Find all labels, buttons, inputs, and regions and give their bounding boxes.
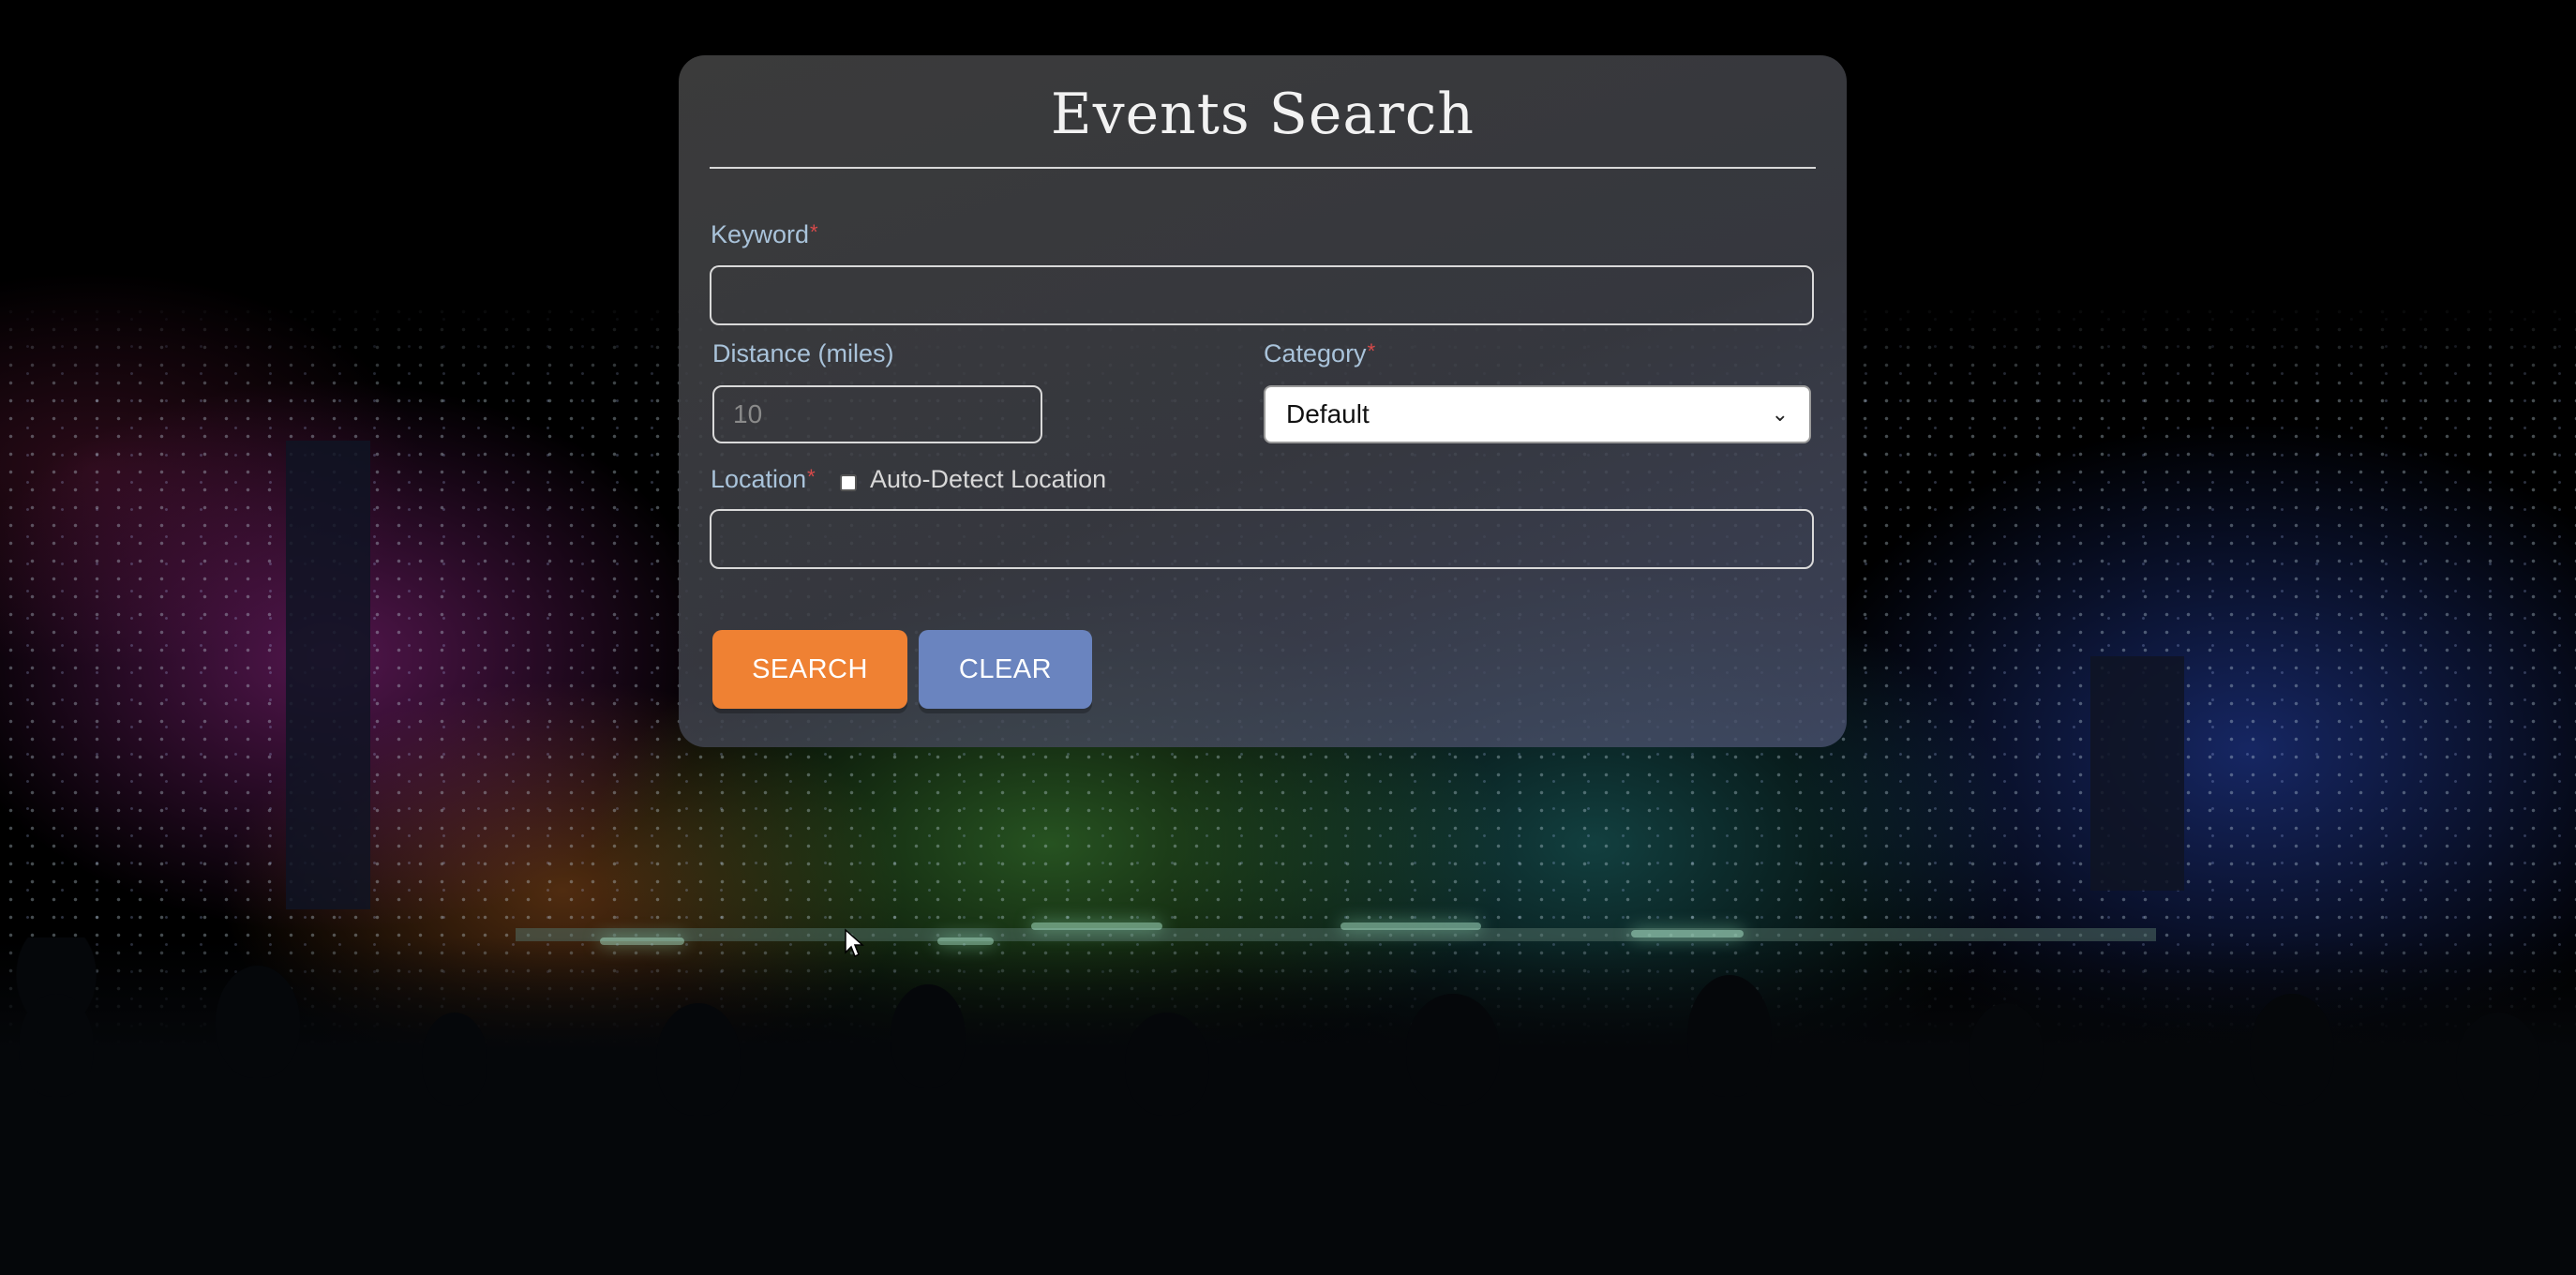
right-speaker-stack bbox=[2090, 656, 2184, 891]
category-label: Category* bbox=[1264, 339, 1375, 368]
crowd-head bbox=[1687, 975, 1772, 1097]
required-mark: * bbox=[1367, 339, 1376, 363]
crowd-head bbox=[19, 994, 94, 1097]
location-label-text: Location bbox=[711, 465, 807, 493]
auto-detect-location-label[interactable]: Auto-Detect Location bbox=[870, 465, 1106, 494]
crowd-head bbox=[2456, 1012, 2540, 1116]
search-button[interactable]: SEARCH bbox=[712, 630, 907, 709]
crowd-head bbox=[656, 1003, 741, 1116]
stage-light bbox=[1631, 930, 1744, 938]
keyword-input[interactable] bbox=[710, 265, 1814, 325]
required-mark: * bbox=[807, 465, 816, 488]
events-search-form: Events Search Keyword* Distance (miles) … bbox=[679, 55, 1847, 747]
keyword-label: Keyword* bbox=[711, 220, 818, 249]
auto-detect-location-checkbox[interactable] bbox=[840, 474, 857, 491]
keyword-label-text: Keyword bbox=[711, 220, 810, 248]
mouse-cursor-icon bbox=[845, 928, 864, 958]
chevron-down-icon: ⌄ bbox=[1771, 402, 1789, 426]
category-label-text: Category bbox=[1264, 339, 1367, 368]
stage-light bbox=[1031, 922, 1162, 930]
form-title: Events Search bbox=[1050, 82, 1475, 147]
crowd-head bbox=[422, 1012, 487, 1106]
category-selected-value: Default bbox=[1286, 399, 1370, 428]
crowd-head bbox=[1125, 1012, 1209, 1116]
distance-input[interactable] bbox=[712, 385, 1042, 443]
crowd-head bbox=[1969, 1003, 2044, 1106]
crowd-head bbox=[2250, 994, 2334, 1106]
title-divider bbox=[710, 167, 1816, 169]
distance-label: Distance (miles) bbox=[712, 339, 894, 368]
location-input[interactable] bbox=[710, 509, 1814, 569]
required-mark: * bbox=[810, 220, 818, 244]
location-label: Location* bbox=[711, 465, 816, 494]
crowd-head bbox=[891, 984, 966, 1088]
category-select[interactable]: Default ⌄ bbox=[1264, 385, 1811, 443]
left-speaker-stack bbox=[286, 441, 370, 909]
page-background: Events Search Keyword* Distance (miles) … bbox=[0, 0, 2576, 1275]
clear-button[interactable]: CLEAR bbox=[919, 630, 1092, 709]
stage-light bbox=[1340, 922, 1481, 930]
crowd-silhouette bbox=[0, 938, 2576, 1275]
crowd-head bbox=[1406, 994, 1500, 1106]
crowd-head bbox=[216, 966, 300, 1078]
